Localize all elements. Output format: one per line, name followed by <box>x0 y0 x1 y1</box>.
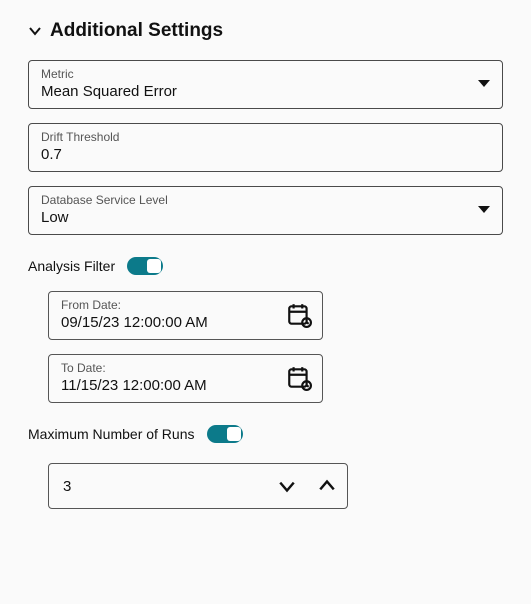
additional-settings-panel: Additional Settings Metric Mean Squared … <box>0 0 531 529</box>
to-date-value: 11/15/23 12:00:00 AM <box>61 377 286 394</box>
analysis-filter-toggle[interactable] <box>127 257 163 275</box>
db-service-select[interactable]: Database Service Level Low <box>28 186 503 235</box>
calendar-icon <box>286 302 312 328</box>
toggle-knob <box>227 427 241 441</box>
max-runs-row: Maximum Number of Runs <box>28 425 503 443</box>
from-date-value: 09/15/23 12:00:00 AM <box>61 314 286 331</box>
stepper-decrement[interactable] <box>267 464 307 508</box>
chevron-down-icon <box>28 24 42 38</box>
metric-label: Metric <box>41 67 470 81</box>
max-runs-stepper[interactable]: 3 <box>48 463 348 509</box>
db-service-label: Database Service Level <box>41 193 470 207</box>
section-title: Additional Settings <box>50 20 223 42</box>
toggle-knob <box>147 259 161 273</box>
max-runs-value: 3 <box>49 478 267 495</box>
to-date-input[interactable]: To Date: 11/15/23 12:00:00 AM <box>48 354 323 403</box>
calendar-icon <box>286 365 312 391</box>
metric-value: Mean Squared Error <box>41 83 470 100</box>
db-service-value: Low <box>41 209 470 226</box>
from-date-input[interactable]: From Date: 09/15/23 12:00:00 AM <box>48 291 323 340</box>
max-runs-label: Maximum Number of Runs <box>28 426 195 442</box>
drift-value: 0.7 <box>41 146 490 163</box>
section-header[interactable]: Additional Settings <box>28 20 503 42</box>
analysis-filter-row: Analysis Filter <box>28 257 503 275</box>
drift-label: Drift Threshold <box>41 130 490 144</box>
drift-threshold-input[interactable]: Drift Threshold 0.7 <box>28 123 503 172</box>
max-runs-toggle[interactable] <box>207 425 243 443</box>
caret-down-icon <box>478 80 490 87</box>
analysis-filter-label: Analysis Filter <box>28 258 115 274</box>
from-date-label: From Date: <box>61 298 286 312</box>
to-date-label: To Date: <box>61 361 286 375</box>
caret-down-icon <box>478 206 490 213</box>
stepper-increment[interactable] <box>307 464 347 508</box>
metric-select[interactable]: Metric Mean Squared Error <box>28 60 503 109</box>
